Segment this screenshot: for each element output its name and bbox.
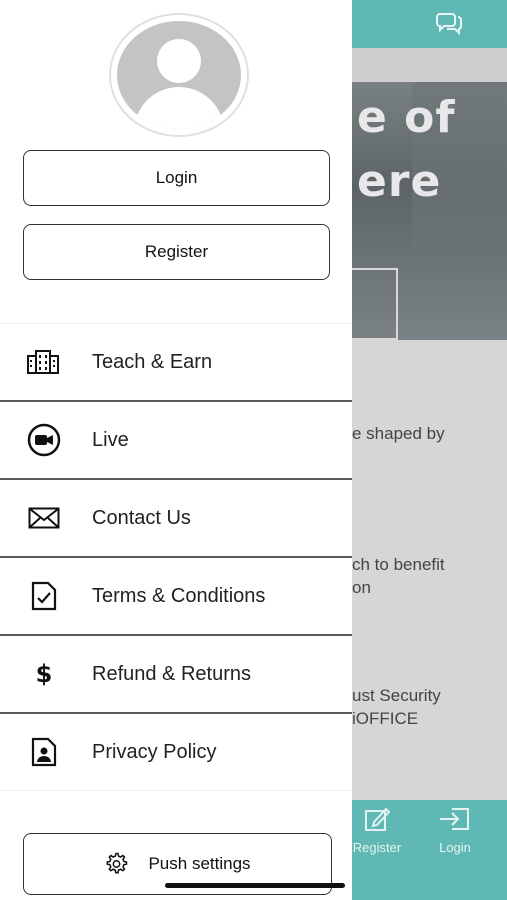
document-check-icon [26,578,62,614]
background-strip [352,48,507,82]
login-icon [440,808,469,830]
background-text: iOFFICE [352,709,419,728]
avatar[interactable] [109,13,249,137]
hero-text-line1: e of [357,92,456,143]
menu-item-contact-us[interactable]: Contact Us [0,480,352,558]
edit-icon [365,807,390,831]
building-icon [26,344,62,380]
menu-item-privacy-policy[interactable]: Privacy Policy [0,714,352,791]
menu-item-label: Live [92,428,129,451]
tab-login: Login [420,806,490,855]
menu-item-label: Contact Us [92,506,191,529]
push-settings-label: Push settings [148,854,251,873]
menu-item-label: Terms & Conditions [92,584,266,607]
tab-login-label: Login [439,840,471,855]
menu-item-terms-conditions[interactable]: Terms & Conditions [0,558,352,636]
gear-icon [107,852,128,874]
background-text: ust Security [352,686,441,705]
background-text: ch to benefit [352,555,445,574]
drawer-menu: Teach & Earn Live Contact Us Terms & Con… [0,324,352,791]
menu-item-live[interactable]: Live [0,402,352,480]
user-document-icon [26,734,62,770]
hero-text-line2: ere [357,156,442,207]
envelope-icon [26,500,62,536]
menu-item-label: Privacy Policy [92,740,217,763]
navigation-drawer: Login Register Teach & Earn Live Contact… [0,0,352,900]
avatar-placeholder-icon [117,21,241,129]
tab-register: Register [342,806,412,855]
hero-image: e of ere [352,82,507,340]
chat-icon [436,13,462,36]
dollar-icon: $ [35,660,53,688]
menu-item-label: Refund & Returns [92,662,251,685]
background-text: on [352,578,371,597]
register-button[interactable]: Register [23,224,330,280]
home-indicator [165,883,345,888]
menu-item-teach-earn[interactable]: Teach & Earn [0,324,352,402]
hero-frame [352,268,398,340]
background-text: e shaped by [352,424,445,443]
login-button[interactable]: Login [23,150,330,206]
video-camera-icon [26,422,62,458]
tab-register-label: Register [352,840,402,855]
menu-item-label: Teach & Earn [92,350,213,373]
menu-item-refund-returns[interactable]: $ Refund & Returns [0,636,352,714]
